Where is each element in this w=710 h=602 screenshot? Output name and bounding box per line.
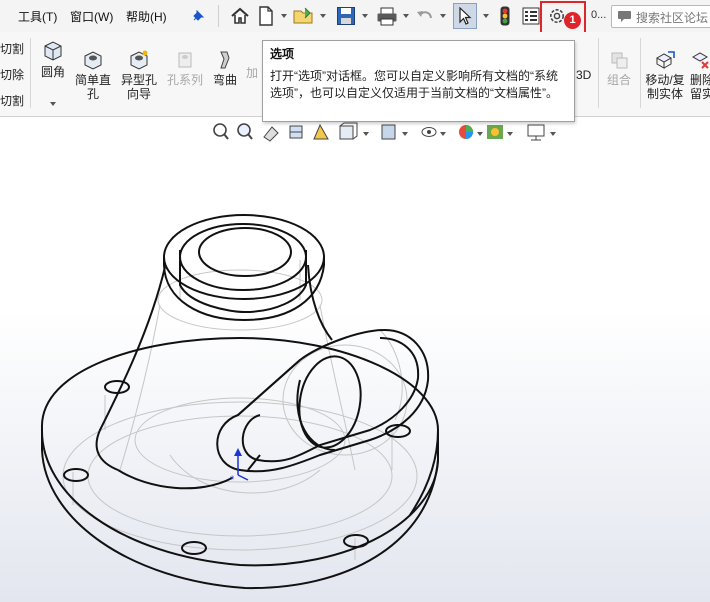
menu-toolbar-bar: 工具(T) 窗口(W) 帮助(H) 0... 搜索社区论坛 <box>0 0 710 37</box>
hole-wizard-label-2: 向导 <box>126 87 151 101</box>
chevron-down-icon[interactable] <box>440 14 446 18</box>
delete-body-icon <box>691 52 709 69</box>
cut-remove-button[interactable]: 切除 <box>0 68 26 82</box>
menu-window[interactable]: 窗口(W) <box>70 8 113 25</box>
hole-wizard-button[interactable]: 异型孔 向导 <box>118 50 160 101</box>
pin-icon[interactable] <box>189 4 207 28</box>
simple-hole-label-2: 孔 <box>86 87 99 101</box>
bend-label: 弯曲 <box>212 73 237 87</box>
fillet-button[interactable]: 圆角 <box>38 40 68 79</box>
print-icon[interactable] <box>374 4 400 28</box>
hole-wizard-label-1: 异型孔 <box>120 73 157 87</box>
fillet-label: 圆角 <box>40 65 65 79</box>
menu-help[interactable]: 帮助(H) <box>126 8 167 25</box>
move-copy-label-1: 移动/复 <box>645 73 685 87</box>
flex-bend-button[interactable]: 弯曲 <box>210 50 240 87</box>
undo-icon[interactable] <box>414 4 436 28</box>
chevron-down-icon[interactable] <box>483 14 489 18</box>
delete-keep-body-button[interactable]: 删除 留实 <box>690 50 710 101</box>
tooltip-title: 选项 <box>270 47 295 61</box>
hole-series-label: 孔系列 <box>166 73 203 87</box>
combine-button[interactable]: 组合 <box>602 50 636 87</box>
open-icon[interactable] <box>292 4 316 28</box>
search-placeholder: 搜索社区论坛 <box>636 11 709 25</box>
options-tooltip: 选项 打开“选项”对话框。您可以自定义影响所有文档的“系统选项”，也可以自定义仅… <box>262 40 575 122</box>
fillet-icon <box>44 41 62 61</box>
select-cursor-icon[interactable] <box>453 3 477 29</box>
add-partial-label: 加 <box>245 66 258 80</box>
move-copy-label-2: 制实体 <box>646 87 683 101</box>
three-d-label[interactable]: 3D <box>576 68 591 82</box>
chevron-down-icon[interactable] <box>403 14 409 18</box>
3d-part-model[interactable]: * <box>0 117 710 602</box>
hole-series-button[interactable]: 孔系列 <box>164 50 206 87</box>
move-copy-icon <box>655 51 675 69</box>
delete-keep-label-1: 删除 <box>690 73 710 87</box>
menu-tools[interactable]: 工具(T) <box>18 8 57 25</box>
move-copy-body-button[interactable]: 移动/复 制实体 <box>641 50 689 101</box>
rebuild-icon[interactable] <box>496 4 514 28</box>
save-icon[interactable] <box>334 4 358 28</box>
step-badge: 1 <box>564 12 581 29</box>
cut-label-2: 切割 <box>0 94 25 108</box>
hole-wizard-icon <box>130 50 148 70</box>
combine-icon <box>611 52 628 69</box>
chevron-down-icon[interactable] <box>50 102 56 106</box>
simple-hole-icon <box>84 51 102 70</box>
hole-series-icon <box>178 52 192 68</box>
cut-remove-label: 切除 <box>0 68 25 82</box>
chevron-down-icon[interactable] <box>320 14 326 18</box>
tooltip-body: 打开“选项”对话框。您可以自定义影响所有文档的“系统选项”，也可以自定义仅适用于… <box>270 69 558 100</box>
new-document-icon[interactable] <box>256 4 276 28</box>
home-icon[interactable] <box>228 4 252 28</box>
flex-icon <box>220 51 230 69</box>
toolbar-overflow[interactable]: 0... <box>591 9 606 21</box>
hidden-edges <box>62 260 418 560</box>
cut-label: 切割 <box>0 42 25 56</box>
combine-label: 组合 <box>606 73 631 87</box>
chevron-down-icon[interactable] <box>362 14 368 18</box>
cut-button-2[interactable]: 切割 <box>0 94 26 108</box>
add-partial-button[interactable]: 加 <box>244 66 260 80</box>
delete-keep-label-2: 留实 <box>690 87 710 101</box>
search-input[interactable]: 搜索社区论坛 <box>611 5 710 28</box>
chat-bubble-icon <box>617 10 632 26</box>
simple-hole-label-1: 简单直 <box>74 73 111 87</box>
simple-hole-button[interactable]: 简单直 孔 <box>72 50 114 101</box>
svg-text:*: * <box>230 474 235 486</box>
cut-button[interactable]: 切割 <box>0 42 26 56</box>
chevron-down-icon[interactable] <box>281 14 287 18</box>
file-properties-icon[interactable] <box>520 4 542 28</box>
